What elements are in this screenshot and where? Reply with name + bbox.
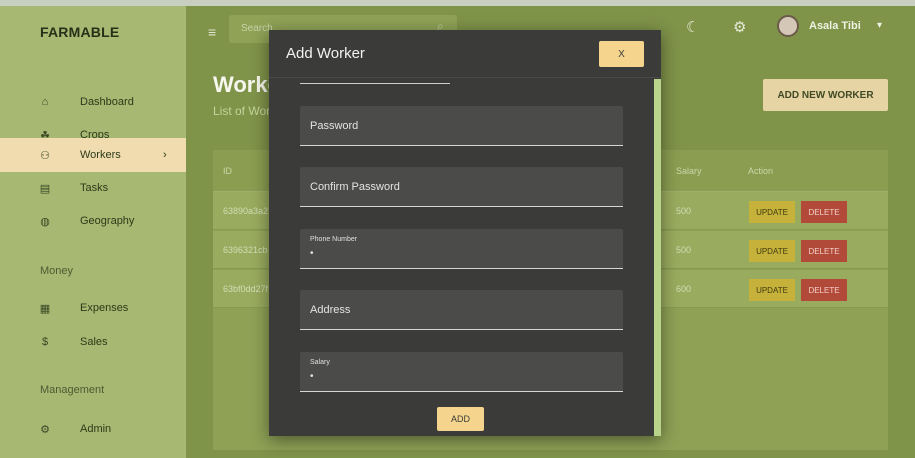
search-placeholder: Search xyxy=(241,23,273,34)
user-name[interactable]: Asala Tibi xyxy=(809,20,861,32)
sidebar-item-tasks[interactable]: ▤ Tasks xyxy=(0,171,186,205)
update-button[interactable]: UPDATE xyxy=(749,201,795,223)
password-placeholder: Password xyxy=(310,120,359,132)
delete-button[interactable]: DELETE xyxy=(801,240,847,262)
section-label-management: Management xyxy=(40,384,105,396)
delete-button[interactable]: DELETE xyxy=(801,279,847,301)
sidebar-item-sales[interactable]: $ Sales xyxy=(0,325,186,359)
gear-icon[interactable]: ⚙ xyxy=(733,18,746,36)
delete-button[interactable]: DELETE xyxy=(801,201,847,223)
sidebar-item-workers[interactable]: ⚇ Workers › xyxy=(0,138,186,172)
cell-salary: 600 xyxy=(676,284,692,294)
sidebar-item-label: Geography xyxy=(80,215,135,227)
address-placeholder: Address xyxy=(310,304,351,316)
admin-icon: ⚙ xyxy=(40,423,50,436)
previous-field-partial[interactable] xyxy=(300,79,450,84)
sidebar-item-label: Admin xyxy=(80,423,112,435)
avatar[interactable] xyxy=(777,15,799,37)
column-header-salary[interactable]: Salary xyxy=(676,166,702,176)
menu-icon[interactable]: ≡ xyxy=(208,24,216,40)
phone-number-field[interactable]: Phone Number • xyxy=(300,229,623,269)
sidebar-item-admin[interactable]: ⚙ Admin xyxy=(0,412,186,446)
moon-icon[interactable]: ☾ xyxy=(686,18,699,36)
confirm-password-field[interactable]: Confirm Password xyxy=(300,167,623,207)
sidebar-item-label: Sales xyxy=(80,336,108,348)
cell-id: 63890a3a2 xyxy=(223,206,269,216)
sidebar-item-expenses[interactable]: ▦ Expenses xyxy=(0,291,186,325)
phone-number-value: • xyxy=(310,248,314,259)
section-label-money: Money xyxy=(40,265,74,277)
people-icon: ⚇ xyxy=(40,149,50,162)
password-field[interactable]: Password xyxy=(300,106,623,146)
phone-number-label: Phone Number xyxy=(310,236,358,243)
dialog-title: Add Worker xyxy=(286,45,365,62)
chevron-right-icon: › xyxy=(163,149,167,161)
sidebar-item-geography[interactable]: ◍ Geography xyxy=(0,204,186,238)
cell-salary: 500 xyxy=(676,206,692,216)
salary-label: Salary xyxy=(310,359,330,366)
brand-logo: FARMABLE xyxy=(40,24,120,40)
cell-id: 63bf0dd27f xyxy=(223,284,269,294)
dialog-scrollbar[interactable] xyxy=(654,79,661,436)
chevron-down-icon[interactable]: ▾ xyxy=(877,20,882,31)
column-header-action[interactable]: Action xyxy=(748,166,773,176)
sidebar: FARMABLE ⌂ Dashboard ☘ Crops ⚇ Workers ›… xyxy=(0,6,186,458)
calendar-icon: ▦ xyxy=(39,302,51,315)
home-icon: ⌂ xyxy=(41,96,49,108)
salary-value: • xyxy=(310,371,314,382)
dialog-header: Add Worker X xyxy=(269,30,661,78)
confirm-password-placeholder: Confirm Password xyxy=(310,181,400,193)
update-button[interactable]: UPDATE xyxy=(749,240,795,262)
dollar-icon: $ xyxy=(41,336,49,348)
clipboard-icon: ▤ xyxy=(39,182,51,195)
sidebar-item-label: Workers xyxy=(80,149,121,161)
cell-id: 6396321cb xyxy=(223,245,268,255)
cell-salary: 500 xyxy=(676,245,692,255)
sidebar-item-dashboard[interactable]: ⌂ Dashboard xyxy=(0,85,186,119)
add-button[interactable]: ADD xyxy=(437,407,484,431)
add-new-worker-button[interactable]: ADD NEW WORKER xyxy=(763,79,888,111)
add-worker-dialog: Add Worker X Password Confirm Password P… xyxy=(269,30,661,436)
address-field[interactable]: Address xyxy=(300,290,623,330)
salary-field[interactable]: Salary • xyxy=(300,352,623,392)
sidebar-item-label: Dashboard xyxy=(80,96,134,108)
sidebar-item-label: Expenses xyxy=(80,302,129,314)
update-button[interactable]: UPDATE xyxy=(749,279,795,301)
globe-icon: ◍ xyxy=(40,215,50,228)
sidebar-item-label: Tasks xyxy=(80,182,109,194)
close-button[interactable]: X xyxy=(599,41,644,67)
column-header-id[interactable]: ID xyxy=(223,166,232,176)
